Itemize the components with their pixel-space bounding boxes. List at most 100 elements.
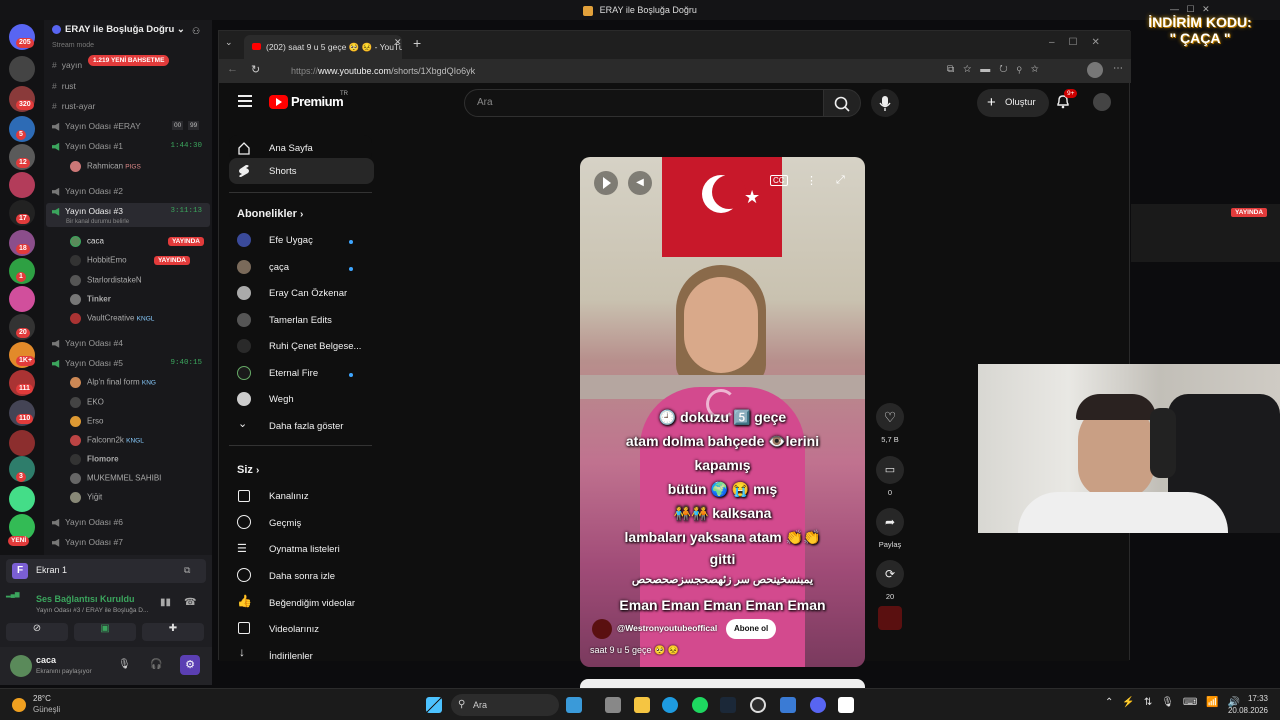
weather-sun-icon[interactable]	[12, 698, 26, 712]
sub-item[interactable]: Wegh	[269, 394, 294, 405]
like-action[interactable]: ♡ 5,7 B	[876, 403, 904, 444]
popout-icon[interactable]: ⧉	[184, 565, 190, 576]
soundboard-icon[interactable]: ▮▮	[160, 597, 171, 608]
hamburger-menu-icon[interactable]	[238, 95, 252, 107]
you-item-channel[interactable]: Kanalınız	[269, 491, 309, 502]
voice-user[interactable]: Alp'n final form KNG	[70, 377, 156, 388]
show-more-link[interactable]: Daha fazla göster	[269, 421, 343, 432]
subscriptions-header[interactable]: Abonelikler ›	[237, 208, 303, 220]
screen-share-bar[interactable]: F Ekran 1 ⧉	[6, 559, 206, 583]
activities-button[interactable]: ✚	[142, 623, 204, 641]
more-menu-icon[interactable]: ⋯	[1113, 63, 1123, 74]
voice-user[interactable]: StarlordistakeN	[70, 275, 142, 286]
clock-time[interactable]: 17:33	[1220, 694, 1268, 703]
create-button[interactable]: + Oluştur	[977, 89, 1049, 117]
sub-item[interactable]: Tamerlan Edits	[269, 315, 332, 326]
spotify-icon[interactable]	[692, 697, 708, 713]
voice-channel[interactable]: Yayın Odası #1	[52, 141, 123, 151]
voice-user[interactable]: caca	[70, 236, 104, 247]
settings-gear-icon[interactable]: ⚙	[180, 655, 200, 675]
camera-off-button[interactable]: ⊘	[6, 623, 68, 641]
youtube-premium-label[interactable]: Premium	[291, 94, 344, 109]
file-explorer-icon[interactable]	[634, 697, 650, 713]
profile-avatar[interactable]	[1087, 62, 1103, 78]
close-tab-icon[interactable]: ✕	[394, 37, 402, 48]
sub-item[interactable]: Eternal Fire	[269, 368, 318, 379]
you-item-history[interactable]: Geçmiş	[269, 518, 301, 529]
voice-user[interactable]: Erso	[70, 416, 103, 427]
new-tab-icon[interactable]: +	[413, 35, 421, 51]
voice-channel[interactable]: Yayın Odası #ERAY	[52, 121, 141, 131]
voice-user[interactable]: Yiğit	[70, 492, 102, 503]
voice-user[interactable]: Flomore	[70, 454, 119, 465]
back-icon[interactable]: ←	[227, 63, 238, 75]
voice-channel[interactable]: Yayın Odası #2	[52, 186, 123, 196]
more-options-icon[interactable]: ⋮	[806, 174, 817, 187]
connection-sub[interactable]: Yayın Odası #3 / ERAY ile Boşluğa D...	[36, 607, 148, 614]
voice-user[interactable]: EKO	[70, 397, 104, 408]
notepad-icon[interactable]	[780, 697, 796, 713]
sub-item[interactable]: Efe Uygaç	[269, 235, 313, 246]
server-icon[interactable]	[9, 172, 35, 198]
sound-thumbnail[interactable]	[878, 606, 902, 630]
voice-user[interactable]: Rahmican PIGS	[70, 161, 141, 172]
channel-handle[interactable]: @Westronyoutubeoffical	[617, 623, 717, 633]
mic-icon[interactable]: 🎙	[118, 659, 131, 670]
server-icon[interactable]	[9, 56, 35, 82]
disconnect-icon[interactable]: ☎	[184, 597, 196, 608]
clock-date[interactable]: 20.08.2026	[1220, 706, 1268, 715]
subscribe-button[interactable]: Abone ol	[726, 619, 777, 639]
new-mentions-badge[interactable]: 1.219 YENİ BAHSETME	[88, 55, 170, 66]
server-icon[interactable]	[9, 486, 35, 512]
sub-item[interactable]: çaça	[269, 262, 289, 273]
taskbar-search[interactable]: ⚲ Ara	[451, 694, 559, 716]
comment-action[interactable]: ▭ 0	[876, 456, 904, 497]
voice-channel[interactable]: Yayın Odası #4	[52, 338, 123, 348]
play-button[interactable]	[594, 171, 618, 195]
you-item-playlists[interactable]: Oynatma listeleri	[269, 544, 340, 555]
tab-list-icon[interactable]: ⌄	[225, 37, 233, 48]
voice-channel[interactable]: Yayın Odası #6	[52, 517, 123, 527]
headphones-icon[interactable]: 🎧	[150, 659, 162, 670]
sub-item[interactable]: Eray Can Özkenar	[269, 288, 347, 299]
voice-channel-active[interactable]: Yayın Odası #3	[52, 206, 123, 216]
channel-rust-ayar[interactable]: # rust-ayar	[52, 101, 95, 111]
steam-icon[interactable]	[720, 697, 736, 713]
short-title[interactable]: saat 9 u 5 geçe 🥺 😣	[590, 645, 679, 656]
you-item-downloads[interactable]: İndirilenler	[269, 651, 313, 662]
account-avatar[interactable]	[1093, 93, 1111, 111]
edge-icon[interactable]	[662, 697, 678, 713]
add-friend-icon[interactable]: ⚇	[192, 26, 202, 36]
reload-icon[interactable]: ↻	[251, 63, 260, 76]
capcut-icon[interactable]	[838, 697, 854, 713]
server-header[interactable]: ERAY ile Boşluğa Doğru ⌄	[52, 24, 202, 35]
channel-yayin[interactable]: # yayın	[52, 60, 82, 70]
sub-item[interactable]: Ruhi Çenet Belgese...	[269, 341, 361, 352]
search-button[interactable]	[823, 89, 861, 117]
server-icon[interactable]	[9, 286, 35, 312]
voice-user[interactable]: Tinker	[70, 294, 111, 305]
voice-user[interactable]: HobbitEmo	[70, 255, 127, 266]
voice-user[interactable]: MUKEMMEL SAHIBI	[70, 473, 161, 484]
browser-window-controls[interactable]: –☐✕	[1049, 37, 1114, 48]
you-item-liked[interactable]: Beğendiğim videolar	[269, 598, 355, 609]
browser-tab[interactable]: (202) saat 9 u 5 geçe 🥺 😣 - YouTube	[244, 35, 402, 59]
short-video-player[interactable]: ★ ◀ CC ⋮ ⤢ 🕘 dokuzu 5️⃣ geçe atam dolma …	[580, 157, 865, 667]
discord-icon[interactable]	[810, 697, 826, 713]
search-input[interactable]: Ara	[464, 89, 824, 117]
voice-user[interactable]: VaultCreative KNGL	[70, 313, 154, 324]
channel-rust[interactable]: # rust	[52, 81, 76, 91]
captions-icon[interactable]: CC	[770, 175, 788, 186]
you-item-watch-later[interactable]: Daha sonra izle	[269, 571, 335, 582]
screen-share-button[interactable]: ▣	[74, 623, 136, 641]
you-header[interactable]: Siz ›	[237, 464, 259, 476]
remix-action[interactable]: ⟳ 20	[876, 560, 904, 601]
task-view-icon[interactable]	[605, 697, 621, 713]
youtube-logo-icon[interactable]	[269, 95, 288, 109]
avatar[interactable]	[10, 655, 32, 677]
volume-icon[interactable]: ◀	[628, 171, 652, 195]
app-icon[interactable]	[566, 697, 582, 713]
browser-toolbar-icons[interactable]: ⧉☆▬↻⚲✩	[947, 64, 1048, 75]
channel-avatar[interactable]	[592, 619, 612, 639]
temperature[interactable]: 28°C	[33, 694, 51, 703]
